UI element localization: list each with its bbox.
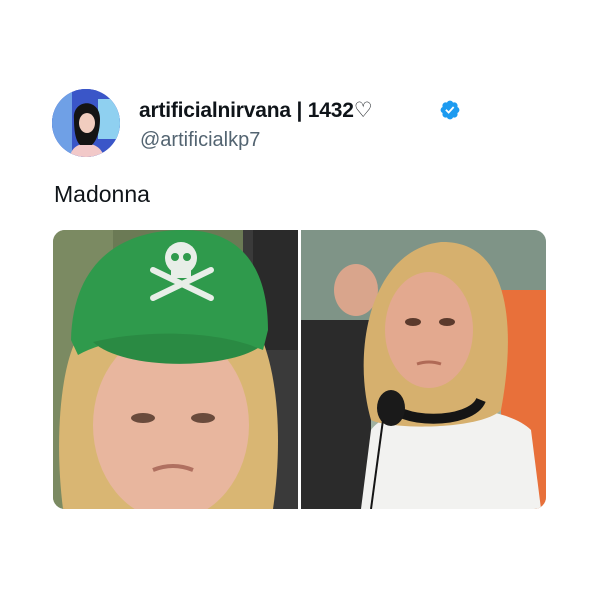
photo-left[interactable] <box>53 230 298 509</box>
photo-right[interactable] <box>301 230 546 509</box>
avatar[interactable] <box>52 89 120 157</box>
media-grid[interactable] <box>53 230 546 509</box>
avatar-image <box>52 89 120 157</box>
verified-badge-icon <box>440 100 460 120</box>
photo-woman-headphones <box>301 230 546 509</box>
tweet-text: Madonna <box>54 181 150 207</box>
handle[interactable]: @artificialkp7 <box>140 128 260 152</box>
photo-woman-green-cap <box>53 230 298 509</box>
display-name[interactable]: artificialnirvana | 1432♡ <box>139 98 373 124</box>
